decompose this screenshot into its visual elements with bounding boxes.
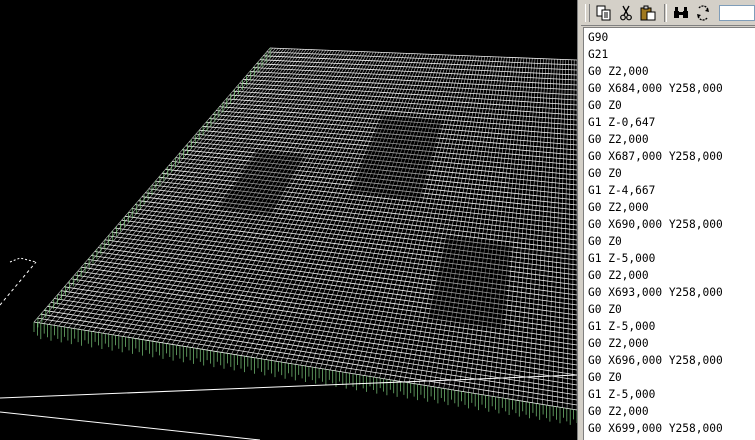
gcode-line: G1 Z-5,000 [588, 252, 656, 265]
gcode-line: G1 Z-5,000 [588, 388, 656, 401]
gcode-line: G0 Z2,000 [588, 201, 649, 214]
gcode-editor[interactable]: G90 G21 G0 Z2,000 G0 X684,000 Y258,000 G0 Z0… [583, 27, 755, 440]
replace-icon [696, 4, 709, 21]
gcode-panel: G90 G21 G0 Z2,000 G0 X684,000 Y258,000 G0 Z0… [581, 0, 755, 440]
editor-toolbar [581, 0, 755, 26]
gcode-line: G0 X687,000 Y258,000 [588, 150, 723, 163]
gcode-line: G1 Z-4,667 [588, 184, 656, 197]
gcode-line: G0 X696,000 Y258,000 [588, 354, 723, 367]
gcode-line: G0 Z0 [588, 235, 622, 248]
gcode-line: G1 Z-0,647 [588, 116, 656, 129]
gcode-line: G0 Z2,000 [588, 405, 649, 418]
gcode-line: G0 X693,000 Y258,000 [588, 286, 723, 299]
toolbar-grip[interactable] [585, 3, 590, 22]
axis-line [0, 261, 37, 306]
toolpath-grid [33, 47, 577, 411]
gcode-line: G0 X684,000 Y258,000 [588, 82, 723, 95]
search-input[interactable] [719, 4, 755, 21]
gcode-line: G0 Z2,000 [588, 133, 649, 146]
axis-marker [9, 257, 37, 263]
base-line-2 [0, 411, 261, 440]
copy-button[interactable] [594, 3, 614, 23]
gcode-line: G1 Z-5,000 [588, 320, 656, 333]
gcode-line: G0 Z2,000 [588, 65, 649, 78]
paste-button[interactable] [638, 3, 658, 23]
gcode-line: G0 Z0 [588, 303, 622, 316]
replace-button[interactable] [693, 3, 713, 23]
copy-icon [596, 5, 611, 20]
find-button[interactable] [670, 3, 690, 23]
cut-button[interactable] [616, 3, 636, 23]
gcode-line: G90 [588, 31, 609, 44]
paste-icon [640, 5, 656, 20]
gcode-line: G0 Z0 [588, 167, 622, 180]
cut-icon [620, 5, 633, 20]
gcode-line: G0 X690,000 Y258,000 [588, 218, 723, 231]
gcode-line: G0 Z0 [588, 99, 622, 112]
gcode-line: G21 [588, 48, 609, 61]
gcode-line: G0 Z2,000 [588, 337, 649, 350]
gcode-line: G0 X699,000 Y258,000 [588, 422, 723, 435]
gcode-line: G0 Z2,000 [588, 269, 649, 282]
gcode-line: G0 Z0 [588, 371, 622, 384]
toolbar-separator [663, 3, 668, 22]
find-icon [673, 6, 688, 18]
toolpath-scene [0, 47, 577, 440]
toolpath-3d-viewport[interactable] [0, 0, 577, 440]
